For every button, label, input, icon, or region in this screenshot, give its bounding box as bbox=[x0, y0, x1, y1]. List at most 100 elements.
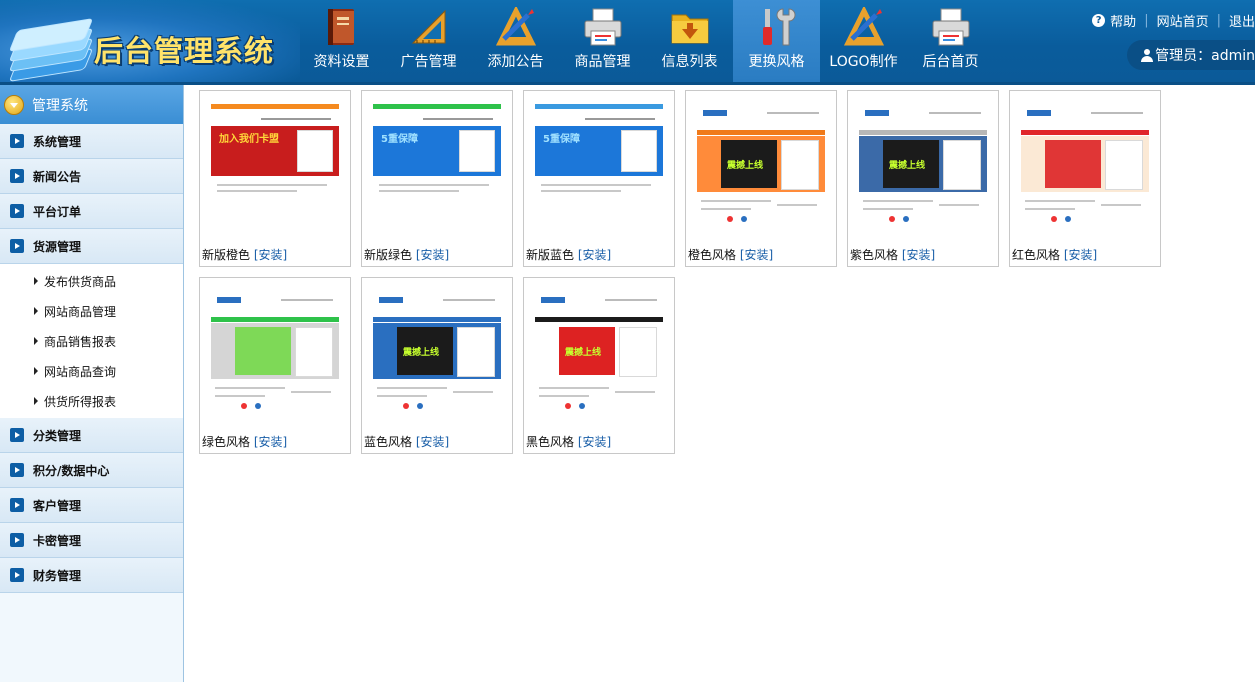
pencil-ruler-icon bbox=[496, 7, 536, 46]
menu-label: 分类管理 bbox=[33, 428, 82, 443]
sidebar-subitem[interactable]: 发布供货商品 bbox=[0, 266, 183, 296]
top-nav: 资料设置 广告管理 添加公告 商品管理 信息列表 更换风格 LOGO制作 后台首… bbox=[298, 0, 994, 85]
ruler-icon bbox=[411, 9, 446, 44]
nav-item-add-notice[interactable]: 添加公告 bbox=[472, 0, 559, 82]
triangle-right-icon bbox=[34, 307, 38, 315]
theme-card: 绿色风格 [安装] bbox=[199, 277, 351, 454]
nav-label: 信息列表 bbox=[661, 54, 718, 70]
theme-card: 震撼上线黑色风格 [安装] bbox=[523, 277, 675, 454]
arrow-right-icon bbox=[10, 169, 24, 183]
theme-card-label: 红色风格 [安装] bbox=[1012, 246, 1097, 263]
sidebar-menu-category[interactable]: 分类管理 bbox=[0, 418, 183, 453]
theme-name: 黑色风格 bbox=[526, 435, 575, 449]
nav-label: LOGO制作 bbox=[829, 54, 898, 70]
sidebar-menu-supply[interactable]: 货源管理 bbox=[0, 229, 183, 264]
sidebar-menu-finance[interactable]: 财务管理 bbox=[0, 558, 183, 593]
nav-label: 资料设置 bbox=[313, 54, 370, 70]
sidebar-menu-card-keys[interactable]: 卡密管理 bbox=[0, 523, 183, 558]
theme-preview-image[interactable] bbox=[211, 291, 339, 415]
nav-item-info-list[interactable]: 信息列表 bbox=[646, 0, 733, 82]
menu-label: 平台订单 bbox=[33, 204, 82, 219]
theme-preview-text: 5重保障 bbox=[381, 134, 418, 145]
theme-card-label: 绿色风格 [安装] bbox=[202, 433, 287, 450]
subitem-label: 发布供货商品 bbox=[44, 274, 117, 289]
help-link[interactable]: 帮助 bbox=[1110, 11, 1136, 30]
install-theme-link[interactable]: [安装] bbox=[578, 248, 611, 262]
nav-label: 后台首页 bbox=[922, 54, 979, 70]
sidebar-subitem[interactable]: 商品销售报表 bbox=[0, 326, 183, 356]
admin-badge: 管理员：admin bbox=[1127, 40, 1255, 70]
theme-card-label: 蓝色风格 [安装] bbox=[364, 433, 449, 450]
triangle-right-icon bbox=[34, 277, 38, 285]
book-icon bbox=[328, 9, 354, 45]
theme-card-label: 黑色风格 [安装] bbox=[526, 433, 611, 450]
theme-preview-image[interactable]: 震撼上线 bbox=[373, 291, 501, 415]
subitem-label: 网站商品查询 bbox=[44, 364, 117, 379]
sidebar-menu-orders[interactable]: 平台订单 bbox=[0, 194, 183, 229]
theme-card: 震撼上线紫色风格 [安装] bbox=[847, 90, 999, 267]
top-header: 后台管理系统 资料设置 广告管理 添加公告 商品管理 信息列表 更换风格 LOG… bbox=[0, 0, 1255, 85]
menu-label: 新闻公告 bbox=[33, 169, 82, 184]
logo-stack-icon bbox=[8, 14, 94, 82]
theme-name: 紫色风格 bbox=[850, 248, 899, 262]
theme-preview-image[interactable]: 震撼上线 bbox=[697, 104, 825, 228]
theme-card: 红色风格 [安装] bbox=[1009, 90, 1161, 267]
theme-card: 震撼上线蓝色风格 [安装] bbox=[361, 277, 513, 454]
arrow-right-icon bbox=[10, 568, 24, 582]
sidebar-title-label: 管理系统 bbox=[32, 97, 88, 114]
pencil-ruler-icon bbox=[844, 7, 884, 46]
admin-label: 管理员：admin bbox=[1155, 48, 1255, 64]
theme-preview-image[interactable]: 震撼上线 bbox=[535, 291, 663, 415]
site-home-link[interactable]: 网站首页 bbox=[1157, 11, 1209, 30]
sidebar-menu-points-data[interactable]: 积分/数据中心 bbox=[0, 453, 183, 488]
subitem-label: 供货所得报表 bbox=[44, 394, 117, 409]
theme-name: 新版绿色 bbox=[364, 248, 413, 262]
install-theme-link[interactable]: [安装] bbox=[1064, 248, 1097, 262]
menu-label: 客户管理 bbox=[33, 498, 82, 513]
sidebar-menu-news[interactable]: 新闻公告 bbox=[0, 159, 183, 194]
help-icon[interactable]: ? bbox=[1092, 13, 1106, 27]
sidebar-title[interactable]: 管理系统 bbox=[0, 85, 183, 124]
sidebar-menu-customers[interactable]: 客户管理 bbox=[0, 488, 183, 523]
install-theme-link[interactable]: [安装] bbox=[254, 435, 287, 449]
theme-preview-image[interactable]: 5重保障 bbox=[373, 104, 501, 228]
sidebar: 管理系统 系统管理 新闻公告 平台订单 货源管理 发布供货商品 网站商品管理 商… bbox=[0, 85, 184, 682]
theme-preview-image[interactable]: 震撼上线 bbox=[859, 104, 987, 228]
nav-label: 商品管理 bbox=[574, 54, 631, 70]
sidebar-subitem[interactable]: 供货所得报表 bbox=[0, 386, 183, 416]
nav-item-change-theme[interactable]: 更换风格 bbox=[733, 0, 820, 85]
menu-label: 积分/数据中心 bbox=[33, 463, 110, 478]
tools-icon bbox=[763, 8, 796, 46]
nav-item-admin-home[interactable]: 后台首页 bbox=[907, 0, 994, 82]
theme-grid: 加入我们卡盟 新版橙色 [安装] 5重保障 新版绿色 [安装] 5重保障 新版蓝色 [安装… bbox=[199, 90, 1199, 464]
install-theme-link[interactable]: [安装] bbox=[740, 248, 773, 262]
menu-label: 货源管理 bbox=[33, 239, 82, 254]
install-theme-link[interactable]: [安装] bbox=[416, 248, 449, 262]
nav-item-product-management[interactable]: 商品管理 bbox=[559, 0, 646, 82]
install-theme-link[interactable]: [安装] bbox=[416, 435, 449, 449]
theme-preview-image[interactable] bbox=[1021, 104, 1149, 228]
logout-link[interactable]: 退出 bbox=[1229, 11, 1255, 30]
theme-card: 5重保障 新版蓝色 [安装] bbox=[523, 90, 675, 267]
install-theme-link[interactable]: [安装] bbox=[902, 248, 935, 262]
arrow-right-icon bbox=[10, 204, 24, 218]
theme-preview-image[interactable]: 加入我们卡盟 bbox=[211, 104, 339, 228]
menu-label: 系统管理 bbox=[33, 134, 82, 149]
sidebar-subitem[interactable]: 网站商品管理 bbox=[0, 296, 183, 326]
install-theme-link[interactable]: [安装] bbox=[254, 248, 287, 262]
install-theme-link[interactable]: [安装] bbox=[578, 435, 611, 449]
logo-title: 后台管理系统 bbox=[94, 34, 275, 68]
menu-label: 卡密管理 bbox=[33, 533, 82, 548]
theme-preview-text: 加入我们卡盟 bbox=[219, 134, 279, 145]
nav-item-logo-maker[interactable]: LOGO制作 bbox=[820, 0, 907, 82]
theme-preview-image[interactable]: 5重保障 bbox=[535, 104, 663, 228]
sidebar-menu-system[interactable]: 系统管理 bbox=[0, 124, 183, 159]
nav-item-ad-management[interactable]: 广告管理 bbox=[385, 0, 472, 82]
theme-card-label: 紫色风格 [安装] bbox=[850, 246, 935, 263]
nav-item-profile-settings[interactable]: 资料设置 bbox=[298, 0, 385, 82]
nav-label: 添加公告 bbox=[487, 54, 544, 70]
menu-label: 财务管理 bbox=[33, 568, 82, 583]
printer-icon bbox=[584, 8, 622, 46]
arrow-right-icon bbox=[10, 498, 24, 512]
sidebar-subitem[interactable]: 网站商品查询 bbox=[0, 356, 183, 386]
